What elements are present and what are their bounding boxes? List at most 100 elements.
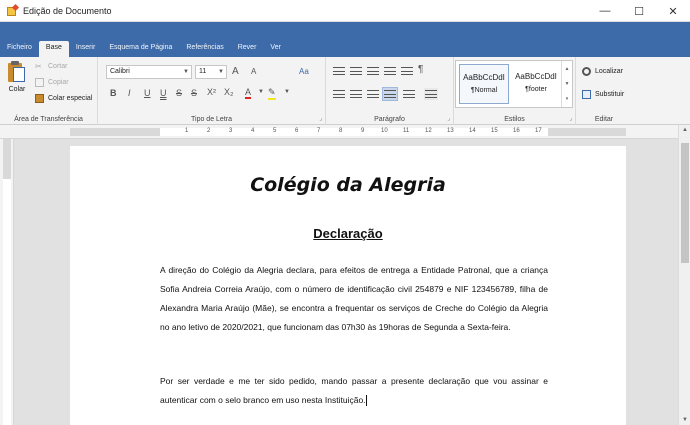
scroll-thumb[interactable] xyxy=(681,143,689,263)
style-normal[interactable]: AaBbCcDdI ¶Normal xyxy=(459,64,509,104)
document-canvas: Colégio da Alegria Declaração A direção … xyxy=(14,139,678,425)
align-center-icon[interactable] xyxy=(349,88,363,100)
chevron-down-icon: ▼ xyxy=(218,69,224,75)
horizontal-ruler[interactable]: 1 2 3 4 5 6 7 8 9 10 11 12 13 14 15 16 1… xyxy=(0,125,678,139)
shading-icon[interactable] xyxy=(424,88,438,100)
window-title: Edição de Documento xyxy=(23,5,112,16)
tab-referencias[interactable]: Referências xyxy=(179,41,230,57)
styles-dialog-launcher-icon[interactable]: ⌟ xyxy=(569,115,572,122)
editing-group-label: Editar xyxy=(594,116,614,123)
font-color-button[interactable]: A xyxy=(245,87,252,99)
text-cursor xyxy=(365,395,367,407)
ribbon-tab-bar: Ficheiro Base Inserir Esquema de Página … xyxy=(0,22,690,57)
font-family-select[interactable]: Calibri ▼ xyxy=(106,65,192,79)
font-family-value: Calibri xyxy=(110,68,130,75)
numbering-icon[interactable] xyxy=(349,65,363,77)
ruler-number: 17 xyxy=(535,128,542,134)
document-paragraph: Por ser verdade e me ter sido pedido, ma… xyxy=(160,372,548,410)
line-spacing-icon[interactable] xyxy=(402,88,416,100)
ruler-number: 3 xyxy=(229,128,233,134)
show-marks-button[interactable]: ¶ xyxy=(418,64,423,75)
tab-rever[interactable]: Rever xyxy=(231,41,264,57)
styles-scroll[interactable]: ▲ ▼ ▾ xyxy=(561,61,572,107)
ruler-number: 4 xyxy=(251,128,255,134)
ruler-number: 10 xyxy=(381,128,388,134)
highlight-button[interactable]: ✎ xyxy=(268,87,276,100)
scroll-down-icon[interactable]: ▼ xyxy=(679,417,690,423)
ruler-number: 15 xyxy=(491,128,498,134)
vertical-ruler[interactable] xyxy=(0,139,14,425)
paragraph-group: ¶ Parágrafo ⌟ xyxy=(326,57,454,125)
minimize-button[interactable]: — xyxy=(588,0,622,22)
cut-label: Cortar xyxy=(48,63,68,70)
vertical-scrollbar[interactable]: ▲ ▼ xyxy=(678,125,690,425)
styles-gallery: AaBbCcDdI ¶Normal AaBbCcDdI ¶footer ▲ ▼ … xyxy=(455,60,573,108)
tab-ficheiro[interactable]: Ficheiro xyxy=(0,41,39,57)
paragraph-dialog-launcher-icon[interactable]: ⌟ xyxy=(447,115,450,122)
paste-button[interactable]: Colar xyxy=(4,61,30,93)
multilevel-list-icon[interactable] xyxy=(366,65,380,77)
font-size-select[interactable]: 11 ▼ xyxy=(195,65,227,79)
scissors-icon: ✂ xyxy=(35,62,42,71)
replace-button[interactable]: Substituir xyxy=(582,90,624,99)
styles-group-label: Estilos xyxy=(504,116,525,123)
copy-label: Copiar xyxy=(48,79,69,86)
tab-esquema[interactable]: Esquema de Página xyxy=(102,41,179,57)
ruler-number: 6 xyxy=(295,128,299,134)
document-title: Colégio da Alegria xyxy=(250,174,446,196)
font-dialog-launcher-icon[interactable]: ⌟ xyxy=(319,115,322,122)
ruler-number: 16 xyxy=(513,128,520,134)
ruler-number: 12 xyxy=(425,128,432,134)
underline-button[interactable]: U xyxy=(144,88,151,98)
style-sample: AaBbCcDdI xyxy=(463,73,505,82)
chevron-down-icon[interactable]: ▼ xyxy=(565,81,570,87)
style-name: ¶footer xyxy=(525,86,547,93)
strikethrough-button[interactable]: S xyxy=(176,88,182,98)
paragraph-text: Por ser verdade e me ter sido pedido, ma… xyxy=(160,376,548,405)
copy-button[interactable]: Copiar xyxy=(35,78,69,87)
scroll-up-icon[interactable]: ▲ xyxy=(679,127,690,133)
clipboard-group: Colar ✂ Cortar Copiar Colar especial Áre… xyxy=(0,57,98,125)
align-left-icon[interactable] xyxy=(332,88,346,100)
cut-button[interactable]: ✂ Cortar xyxy=(35,62,67,71)
align-right-icon[interactable] xyxy=(366,88,380,100)
ribbon: Colar ✂ Cortar Copiar Colar especial Áre… xyxy=(0,57,690,125)
document-page[interactable]: Colégio da Alegria Declaração A direção … xyxy=(70,146,626,425)
paste-special-button[interactable]: Colar especial xyxy=(35,94,92,103)
bold-button[interactable]: B xyxy=(110,88,117,98)
bullets-icon[interactable] xyxy=(332,65,346,77)
paste-special-label: Colar especial xyxy=(48,95,93,102)
clipboard-group-label: Área de Transferência xyxy=(14,116,83,123)
italic-button[interactable]: I xyxy=(128,88,131,98)
tab-inserir[interactable]: Inserir xyxy=(69,41,102,57)
document-paragraph: A direção do Colégio da Alegria declara,… xyxy=(160,265,548,332)
subscript-button[interactable]: X₂ xyxy=(224,87,234,97)
chevron-up-icon[interactable]: ▲ xyxy=(565,66,570,72)
ruler-number: 8 xyxy=(339,128,343,134)
grow-font-button[interactable]: A xyxy=(232,66,239,77)
change-case-button[interactable]: Aa xyxy=(299,67,309,76)
tab-ver[interactable]: Ver xyxy=(263,41,288,57)
paste-special-icon xyxy=(35,94,44,103)
double-underline-button[interactable]: U xyxy=(160,88,167,98)
decrease-indent-icon[interactable] xyxy=(383,65,397,77)
paragraph-group-label: Parágrafo xyxy=(374,116,405,123)
maximize-button[interactable]: ☐ xyxy=(622,0,656,22)
tab-base[interactable]: Base xyxy=(38,41,69,57)
chevron-down-icon: ▼ xyxy=(183,69,189,75)
shrink-font-button[interactable]: A xyxy=(251,67,256,76)
document-heading: Declaração xyxy=(313,226,383,241)
more-styles-icon[interactable]: ▾ xyxy=(566,96,569,102)
chevron-down-icon[interactable]: ▼ xyxy=(258,89,264,95)
find-button[interactable]: Localizar xyxy=(582,67,623,76)
style-name: ¶Normal xyxy=(470,87,498,94)
close-button[interactable]: ✕ xyxy=(656,0,690,22)
style-footer[interactable]: AaBbCcDdI ¶footer xyxy=(511,64,561,104)
increase-indent-icon[interactable] xyxy=(400,65,414,77)
ruler-number: 7 xyxy=(317,128,321,134)
superscript-button[interactable]: X² xyxy=(207,87,216,97)
style-sample: AaBbCcDdI xyxy=(515,72,557,81)
double-strikethrough-button[interactable]: S xyxy=(191,88,197,98)
justify-icon[interactable] xyxy=(382,87,398,101)
chevron-down-icon[interactable]: ▼ xyxy=(284,89,290,95)
